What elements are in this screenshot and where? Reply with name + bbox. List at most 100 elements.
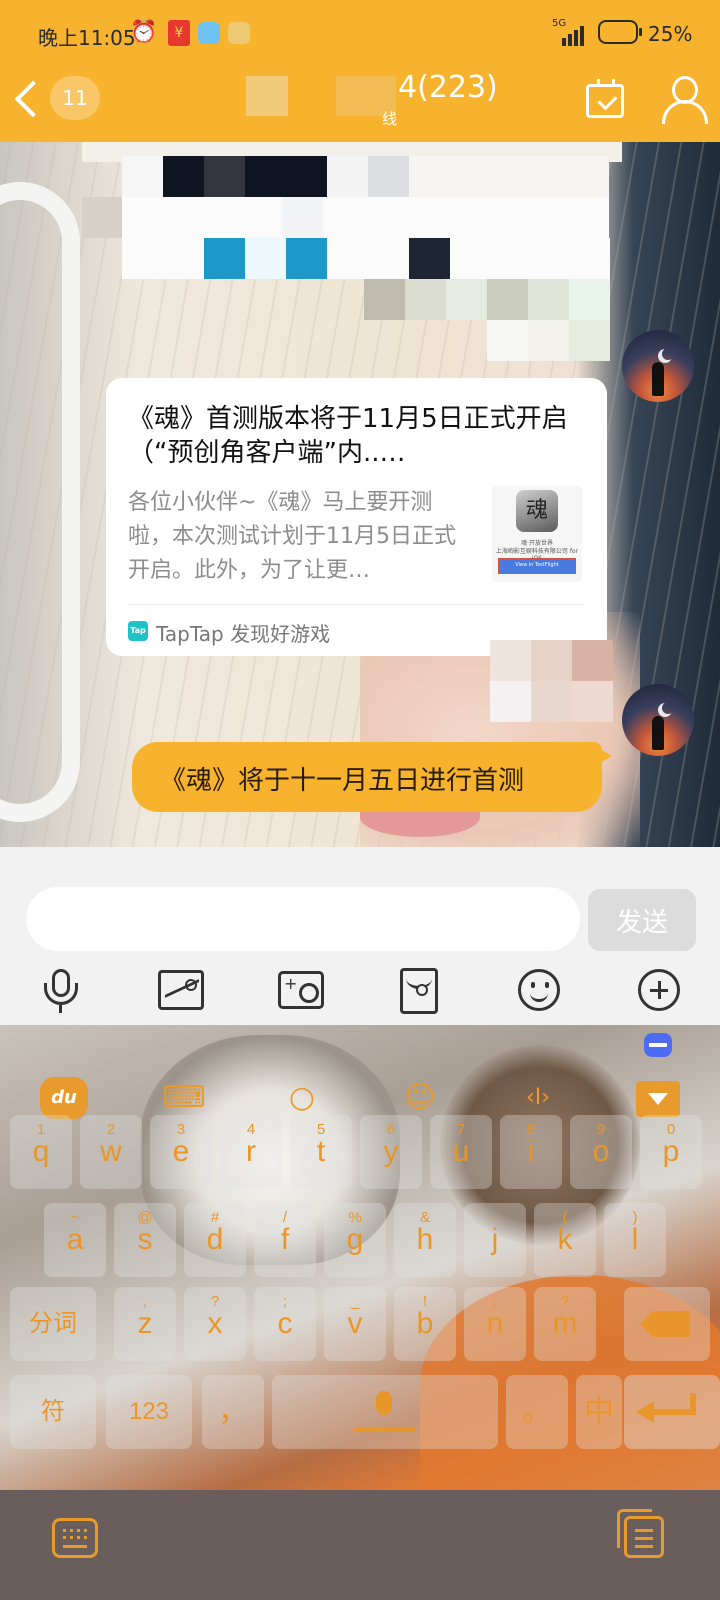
key-o[interactable]: 9o <box>570 1115 632 1189</box>
image-icon[interactable] <box>158 970 204 1010</box>
link-card-thumbnail: 魂 魂·开放世界 上海绚影互娱科技有限公司 for iOS View in Te… <box>492 486 582 582</box>
message-input[interactable] <box>26 887 580 951</box>
mosaic-image-message[interactable] <box>82 142 622 362</box>
emoji-icon[interactable] <box>518 969 560 1011</box>
key-alt-label: ~ <box>70 1209 80 1226</box>
link-card-description: 各位小伙伴~《魂》马上要开测啦，本次测试计划于11月5日正式开启。此外，为了让更… <box>128 490 456 583</box>
app-notification-icon-2 <box>228 22 250 44</box>
key-r[interactable]: 4r <box>220 1115 282 1189</box>
key-segment[interactable]: 分词 <box>10 1287 96 1361</box>
keyboard-switch-icon[interactable] <box>52 1518 98 1558</box>
plus-icon[interactable] <box>638 969 680 1011</box>
status-bar: 晚上11:05 ⏰ ¥ 5G 25% <box>0 0 720 66</box>
key-numbers[interactable]: 123 <box>106 1375 192 1449</box>
voice-icon[interactable] <box>38 967 84 1013</box>
text-message-bubble[interactable]: 《魂》将于十一月五日进行首测 <box>132 742 612 812</box>
app-notification-icon <box>198 22 220 44</box>
key-alt-label: 7 <box>456 1121 466 1138</box>
send-button[interactable]: 发送 <box>588 889 696 951</box>
key-alt-label: ! <box>422 1293 428 1310</box>
ai-assistant-icon[interactable] <box>644 1033 672 1057</box>
red-packet-icon[interactable] <box>400 968 438 1014</box>
battery-icon <box>598 20 642 44</box>
chat-title[interactable]: 4(223) <box>398 70 498 105</box>
key-alt-label: - <box>492 1209 498 1226</box>
top-bar: 晚上11:05 ⏰ ¥ 5G 25% 11 4(223) 线 <box>0 0 720 142</box>
group-name-mosaic <box>246 76 288 116</box>
group-members-icon[interactable] <box>662 76 708 124</box>
key-comma[interactable]: ， <box>202 1375 264 1449</box>
key-u[interactable]: 7u <box>430 1115 492 1189</box>
chat-subtitle: 线 <box>382 110 398 128</box>
key-alt-label: 2 <box>106 1121 116 1138</box>
status-time: 晚上11:05 <box>38 26 136 50</box>
key-t[interactable]: 5t <box>290 1115 352 1189</box>
unread-count-badge[interactable]: 11 <box>50 76 100 120</box>
thumbnail-testflight-button: View in TestFlight <box>498 558 576 574</box>
taptap-icon: Tap <box>128 621 148 641</box>
sender-avatar[interactable] <box>622 330 694 402</box>
key-c[interactable]: ; c <box>254 1287 316 1361</box>
key-alt-label: & <box>419 1209 430 1226</box>
chat-messages[interactable]: 《魂》首测版本将于11月5日正式开启（“预创角客户端”内..… 各位小伙伴~《魂… <box>0 142 720 847</box>
key-n[interactable]: :n <box>464 1287 526 1361</box>
keyboard-bottom-bar <box>0 1490 720 1600</box>
key-alt-label: _ <box>350 1293 360 1310</box>
background-headphone <box>0 182 80 822</box>
key-alt-label: 3 <box>176 1121 186 1138</box>
key-alt-label: ( <box>562 1209 568 1226</box>
key-w[interactable]: 2w <box>80 1115 142 1189</box>
battery-percent: 25% <box>648 22 693 46</box>
key-alt-label: ? <box>210 1293 220 1310</box>
key-alt-label: @ <box>137 1209 153 1226</box>
key-alt-label: / <box>282 1209 288 1226</box>
link-card-message[interactable]: 《魂》首测版本将于11月5日正式开启（“预创角客户端”内..… 各位小伙伴~《魂… <box>106 378 607 656</box>
enter-key[interactable] <box>624 1375 720 1449</box>
message-text: 《魂》将于十一月五日进行首测 <box>160 766 525 796</box>
key-alt-label: : <box>492 1293 498 1310</box>
space-key[interactable] <box>272 1375 498 1449</box>
link-card-title: 《魂》首测版本将于11月5日正式开启（“预创角客户端”内..… <box>128 404 568 468</box>
red-packet-notification-icon: ¥ <box>168 20 190 46</box>
link-card-source: TapTap 发现好游戏 <box>156 622 331 646</box>
key-l[interactable]: ) l <box>604 1203 666 1277</box>
key-i[interactable]: 8i <box>500 1115 562 1189</box>
key-alt-label: ; <box>282 1293 288 1310</box>
key-symbols[interactable]: 符 <box>10 1375 96 1449</box>
signal-icon <box>554 20 588 46</box>
game-logo: 魂 <box>516 490 558 532</box>
sender-avatar-2[interactable] <box>622 684 694 756</box>
key-language[interactable]: 中 <box>576 1375 622 1449</box>
camera-icon[interactable] <box>278 971 324 1009</box>
key-alt-label: # <box>210 1209 220 1226</box>
key-period[interactable]: 。 <box>506 1375 568 1449</box>
key-y[interactable]: 6y <box>360 1115 422 1189</box>
clipboard-icon[interactable] <box>617 1509 664 1558</box>
key-z[interactable]: ,z <box>114 1287 176 1361</box>
key-v[interactable]: _ v <box>324 1287 386 1361</box>
alarm-icon: ⏰ <box>130 20 158 45</box>
key-alt-label: 1 <box>36 1121 46 1138</box>
backspace-key[interactable] <box>624 1287 710 1361</box>
voice-input-icon <box>376 1391 392 1415</box>
card-divider <box>128 604 585 605</box>
key-alt-label: ? <box>560 1293 570 1310</box>
key-q[interactable]: 1q <box>10 1115 72 1189</box>
key-alt-label: 5 <box>316 1121 326 1138</box>
key-alt-label: , <box>142 1293 148 1310</box>
keyboard: du ⌨ ○ ☺ ‹I› 1q2w3e4r5t6y7u8i9o0p ~ a @ s # d… <box>0 1025 720 1490</box>
key-e[interactable]: 3e <box>150 1115 212 1189</box>
key-alt-label: 0 <box>666 1121 676 1138</box>
calendar-check-icon[interactable] <box>586 79 624 118</box>
key-b[interactable]: ! b <box>394 1287 456 1361</box>
key-alt-label: 4 <box>246 1121 256 1138</box>
key-m[interactable]: ? m <box>534 1287 596 1361</box>
chat-header: 11 4(223) 线 <box>0 66 720 142</box>
key-a[interactable]: ~ a <box>44 1203 106 1277</box>
back-arrow-icon[interactable] <box>8 74 48 124</box>
key-alt-label: 8 <box>526 1121 536 1138</box>
key-x[interactable]: ? x <box>184 1287 246 1361</box>
key-alt-label: 6 <box>386 1121 396 1138</box>
mosaic-patch <box>490 640 620 730</box>
key-p[interactable]: 0p <box>640 1115 702 1189</box>
